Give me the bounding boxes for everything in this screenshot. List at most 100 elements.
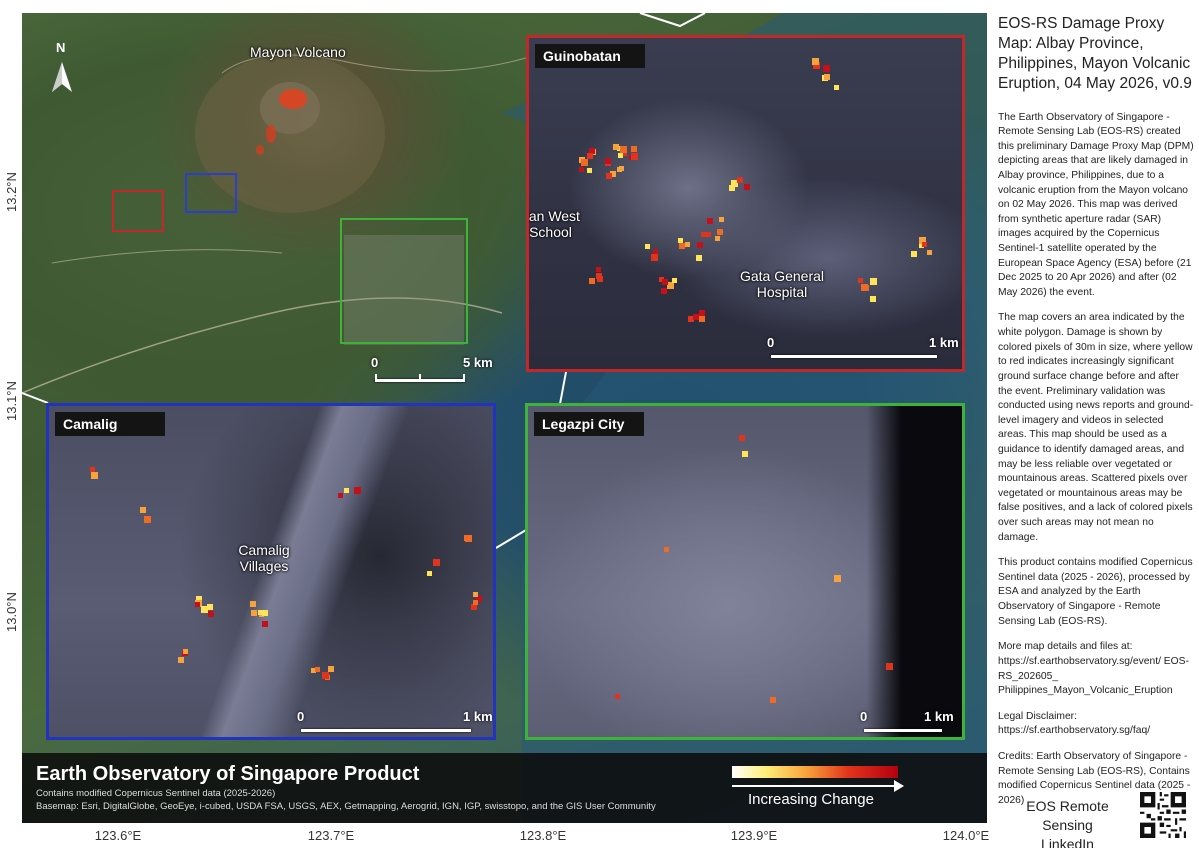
damage-pixel [667,282,674,289]
damage-pixel [737,177,743,183]
damage-pixel [208,611,214,617]
damage-pixel [251,610,257,616]
damage-pixel [739,435,745,441]
damage-pixel [613,144,619,150]
inset-guinobatan: Guinobatan Guinobatan West Central Schoo… [526,35,965,372]
damage-pixel [581,159,588,166]
damage-pixel [473,600,478,605]
inset-camalig: Camalig Camalig Villages 0 1 km [46,403,496,740]
damage-pixel [823,65,830,72]
damage-pixel [672,278,677,283]
damage-pixel [587,168,592,173]
damage-pixel [465,535,472,542]
damage-pixel [696,255,702,261]
guinobatan-scalebar: 0 1 km [767,335,962,365]
damage-pixel [886,663,893,670]
damage-pixel [699,316,705,322]
damage-pixel [250,601,256,607]
damage-pixel [824,74,830,80]
qr-code-icon[interactable] [1140,792,1186,838]
scalebar-start: 0 [371,355,379,370]
damage-pixel [620,146,627,153]
damage-pixel [631,146,637,152]
x-tick: 123.9°E [730,828,778,843]
inset-title: Camalig [55,412,165,436]
volcano-label: Mayon Volcano [250,44,346,60]
north-label: N [56,40,66,55]
scalebar-end: 1 km [463,709,493,724]
scalebar-end: 1 km [929,335,959,350]
map-title: EOS-RS Damage Proxy Map: Albay Province,… [998,15,1192,93]
damage-pixel [664,547,669,552]
damage-pixel [589,278,595,284]
map-label-hospital: Gata General Hospital [739,268,825,301]
description-paragraph: The map covers an area indicated by the … [998,312,1194,543]
y-tick: 13.1°N [4,381,19,421]
damage-pixel [178,657,184,663]
damage-pixel [605,158,611,164]
damage-pixel [870,296,876,302]
footer-basemap-credit: Basemap: Esri, DigitalGlobe, GeoEye, i-c… [36,801,656,812]
damage-pixel [322,672,329,679]
damage-pixel [183,649,188,654]
description-paragraph: The Earth Observatory of Singapore - Rem… [998,111,1194,298]
north-arrow-icon [52,62,72,92]
damage-pixel [715,236,720,241]
damage-pixel [140,507,146,513]
damage-pixel [685,242,690,247]
description-panel: EOS-RS Damage Proxy Map: Albay Province,… [998,14,1194,808]
damage-cluster [256,145,264,155]
damage-pixel [597,276,603,282]
overview-box-camalig [112,190,164,232]
damage-pixel [729,185,735,191]
damage-pixel [615,694,620,699]
scalebar-start: 0 [297,709,305,724]
damage-pixel [651,254,658,261]
brand-name: EOS Remote Sensing [1026,798,1109,833]
damage-pixel [344,488,349,493]
brand-link[interactable]: LinkedIn [1000,835,1135,848]
damage-pixel [911,251,917,257]
damage-pixel [744,184,750,190]
y-tick: 13.2°N [4,172,19,212]
y-tick: 13.0°N [4,592,19,632]
damage-pixel [812,58,819,65]
damage-pixel [258,610,263,615]
damage-cluster [279,89,307,109]
damage-pixel [195,602,200,607]
legend-label: Increasing Change [748,791,874,808]
inset-title: Guinobatan [535,44,645,68]
damage-pixel [144,516,151,523]
damage-pixel [863,285,869,291]
legend-color-ramp [732,766,898,778]
damage-pixel [596,267,601,272]
damage-pixel [699,310,705,316]
brand-block: EOS Remote Sensing LinkedIn [1000,797,1135,848]
damage-pixel [631,153,638,160]
damage-pixel [354,487,361,494]
inset-title: Legazpi City [534,412,644,436]
description-paragraph: Legal Disclaimer: https://sf.earthobserv… [998,710,1151,737]
damage-pixel [706,232,711,237]
camalig-scalebar: 0 1 km [297,709,493,737]
footer-title: Earth Observatory of Singapore Product [36,763,420,785]
overview-scalebar: 0 5 km [371,355,493,385]
damage-pixel [427,571,432,576]
damage-pixel [315,667,320,672]
x-tick: 123.7°E [307,828,355,843]
legazpi-scalebar: 0 1 km [860,709,962,737]
damage-pixel [697,242,703,248]
damage-pixel [201,606,208,613]
damage-cluster [266,125,276,143]
damage-pixel [834,85,839,90]
damage-pixel [742,451,748,457]
damage-pixel [662,279,668,285]
damage-pixel [617,167,622,172]
damage-pixel [870,278,877,285]
x-tick: 123.8°E [519,828,567,843]
damage-pixel [579,167,584,172]
map-label-school: Guinobatan West Central School [526,208,580,241]
description-paragraph: More map details and files at: https://s… [998,641,1189,697]
damage-pixel [858,278,863,283]
damage-pixel [834,575,841,582]
